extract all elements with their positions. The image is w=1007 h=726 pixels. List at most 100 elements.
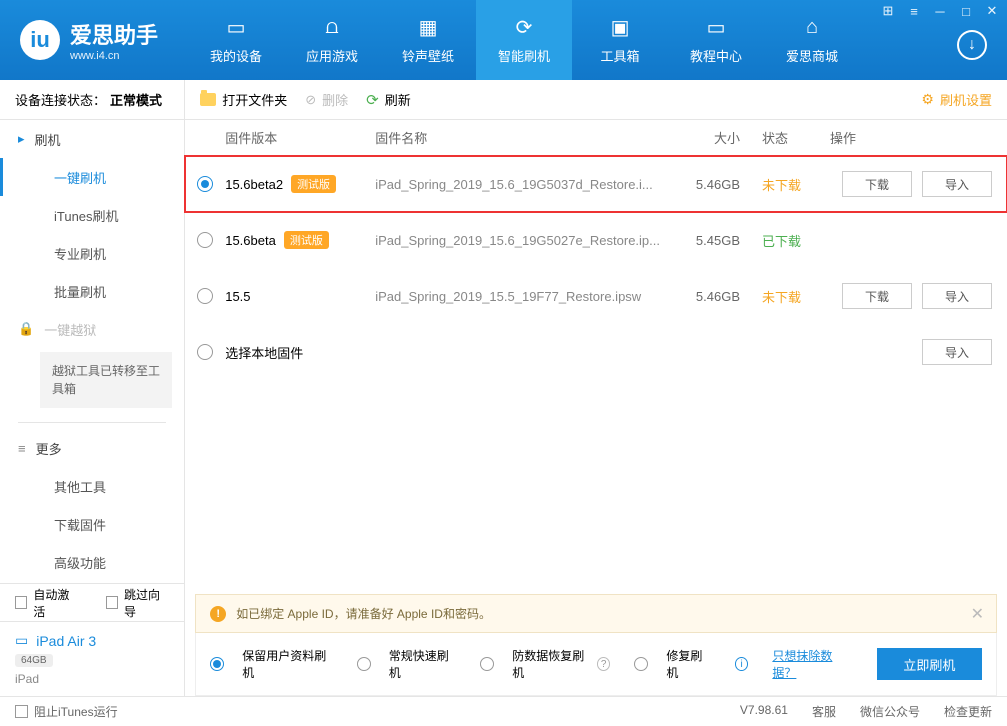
app-url: www.i4.cn [70, 50, 158, 62]
book-icon: ▭ [704, 16, 728, 40]
sidebar: 设备连接状态： 正常模式 ▸ 刷机 一键刷机 iTunes刷机 专业刷机 批量刷… [0, 80, 185, 696]
grid-icon[interactable]: ⊞ [879, 4, 897, 18]
opt-antirecovery[interactable]: 防数据恢复刷机? [480, 647, 610, 681]
divider [18, 422, 166, 423]
row-radio[interactable] [197, 344, 213, 360]
firmware-row[interactable]: 选择本地固件 导入 [185, 324, 1007, 380]
content: 打开文件夹 ⊘删除 ⟳刷新 ⚙刷机设置 固件版本 固件名称 大小 状态 操作 1… [185, 80, 1007, 696]
nav-store[interactable]: ⌂爱思商城 [764, 0, 860, 80]
firmware-name: iPad_Spring_2019_15.5_19F77_Restore.ipsw [375, 289, 660, 304]
version-text: 15.6beta [225, 233, 276, 248]
sidebar-advanced[interactable]: 高级功能 [0, 543, 184, 581]
delete-icon: ⊘ [305, 92, 316, 108]
firmware-size: 5.46GB [660, 289, 740, 304]
firmware-rows: 15.6beta2测试版iPad_Spring_2019_15.6_19G503… [185, 156, 1007, 380]
warning-icon: ! [210, 606, 226, 622]
row-radio[interactable] [197, 232, 213, 248]
download-button[interactable]: ↓ [957, 30, 987, 60]
download-button[interactable]: 下载 [842, 171, 912, 197]
firmware-row[interactable]: 15.5 iPad_Spring_2019_15.5_19F77_Restore.… [185, 268, 1007, 324]
firmware-row[interactable]: 15.6beta 测试版 iPad_Spring_2019_15.6_19G5027… [185, 212, 1007, 268]
sb-support[interactable]: 客服 [812, 703, 836, 720]
nav-toolbox[interactable]: ▣工具箱 [572, 0, 668, 80]
beta-tag: 测试版 [291, 175, 336, 193]
jailbreak-note: 越狱工具已转移至工具箱 [40, 352, 172, 408]
sidebar-jailbreak-header: 🔒 一键越狱 [0, 310, 184, 348]
row-radio[interactable] [197, 176, 213, 192]
download-button[interactable]: 下载 [842, 283, 912, 309]
col-version: 固件版本 [225, 128, 375, 147]
firmware-size: 5.45GB [660, 233, 740, 248]
help-icon[interactable]: ? [597, 657, 610, 671]
device-type: iPad [15, 672, 169, 686]
sidebar-flash-header[interactable]: ▸ 刷机 [0, 120, 184, 158]
nav-apps[interactable]: ⩍应用游戏 [284, 0, 380, 80]
version-label: V7.98.61 [740, 703, 788, 720]
info-icon[interactable]: i [735, 657, 748, 671]
delete-button[interactable]: ⊘删除 [305, 90, 348, 109]
block-itunes[interactable]: 阻止iTunes运行 [15, 703, 118, 720]
nav-tutorials[interactable]: ▭教程中心 [668, 0, 764, 80]
app-name: 爱思助手 [70, 18, 158, 50]
logo-icon: iu [20, 20, 60, 60]
firmware-name: iPad_Spring_2019_15.6_19G5037d_Restore.i… [375, 177, 660, 192]
block-itunes-checkbox[interactable] [15, 705, 28, 718]
close-icon[interactable]: ✕ [983, 4, 1001, 18]
maximize-icon[interactable]: □ [957, 4, 975, 18]
menu-icon[interactable]: ≡ [905, 4, 923, 18]
minimize-icon[interactable]: ─ [931, 4, 949, 18]
col-op: 操作 [830, 128, 992, 147]
firmware-status: 未下载 [740, 175, 830, 194]
opt-keep-data[interactable]: 保留用户资料刷机 [210, 647, 332, 681]
nav-ringtones[interactable]: ▦铃声壁纸 [380, 0, 476, 80]
col-size: 大小 [660, 128, 740, 147]
col-name: 固件名称 [375, 128, 660, 147]
firmware-row[interactable]: 15.6beta2测试版iPad_Spring_2019_15.6_19G503… [185, 156, 1007, 212]
sidebar-other-tools[interactable]: 其他工具 [0, 467, 184, 505]
auto-activate-checkbox[interactable] [15, 596, 27, 609]
sidebar-download-firmware[interactable]: 下载固件 [0, 505, 184, 543]
sidebar-batch-flash[interactable]: 批量刷机 [0, 272, 184, 310]
skip-guide-checkbox[interactable] [106, 596, 118, 609]
firmware-status: 未下载 [740, 287, 830, 306]
nav-flash[interactable]: ⟳智能刷机 [476, 0, 572, 80]
firmware-name: iPad_Spring_2019_15.6_19G5027e_Restore.i… [375, 233, 660, 248]
open-folder-button[interactable]: 打开文件夹 [200, 90, 287, 109]
music-icon: ▦ [416, 16, 440, 40]
sidebar-more-header[interactable]: ≡ 更多 [0, 429, 184, 467]
device-name[interactable]: ▭ iPad Air 3 [15, 632, 169, 649]
folder-icon [200, 93, 216, 106]
device-capacity: 64GB [15, 654, 53, 667]
flash-settings-button[interactable]: ⚙刷机设置 [921, 90, 992, 109]
erase-link[interactable]: 只想抹除数据？ [772, 647, 852, 681]
apps-icon: ⩍ [320, 16, 344, 40]
device-icon: ▭ [224, 16, 248, 40]
ipad-icon: ▭ [15, 632, 28, 649]
refresh-button[interactable]: ⟳刷新 [366, 90, 411, 109]
beta-tag: 测试版 [284, 231, 329, 249]
sidebar-pro-flash[interactable]: 专业刷机 [0, 234, 184, 272]
sb-update[interactable]: 检查更新 [944, 703, 992, 720]
sidebar-itunes-flash[interactable]: iTunes刷机 [0, 196, 184, 234]
version-text: 选择本地固件 [225, 343, 303, 362]
alert-close-button[interactable]: ✕ [971, 604, 984, 624]
nav-tabs: ▭我的设备 ⩍应用游戏 ▦铃声壁纸 ⟳智能刷机 ▣工具箱 ▭教程中心 ⌂爱思商城 [188, 0, 860, 80]
import-button[interactable]: 导入 [922, 339, 992, 365]
version-text: 15.5 [225, 289, 250, 304]
flash-icon: ▸ [18, 131, 25, 147]
app-header: iu 爱思助手 www.i4.cn ▭我的设备 ⩍应用游戏 ▦铃声壁纸 ⟳智能刷… [0, 0, 1007, 80]
statusbar: 阻止iTunes运行 V7.98.61 客服 微信公众号 检查更新 [0, 696, 1007, 726]
sidebar-one-click-flash[interactable]: 一键刷机 [0, 158, 184, 196]
opt-repair[interactable]: 修复刷机 [634, 647, 711, 681]
cart-icon: ⌂ [800, 16, 824, 40]
device-status: 设备连接状态： 正常模式 [0, 80, 184, 120]
nav-my-device[interactable]: ▭我的设备 [188, 0, 284, 80]
row-radio[interactable] [197, 288, 213, 304]
sb-wechat[interactable]: 微信公众号 [860, 703, 920, 720]
import-button[interactable]: 导入 [922, 171, 992, 197]
flash-now-button[interactable]: 立即刷机 [877, 648, 982, 680]
flash-options: 保留用户资料刷机 常规快速刷机 防数据恢复刷机? 修复刷机 i 只想抹除数据？ … [195, 633, 997, 696]
opt-normal[interactable]: 常规快速刷机 [357, 647, 457, 681]
import-button[interactable]: 导入 [922, 283, 992, 309]
refresh-icon: ⟳ [512, 16, 536, 40]
